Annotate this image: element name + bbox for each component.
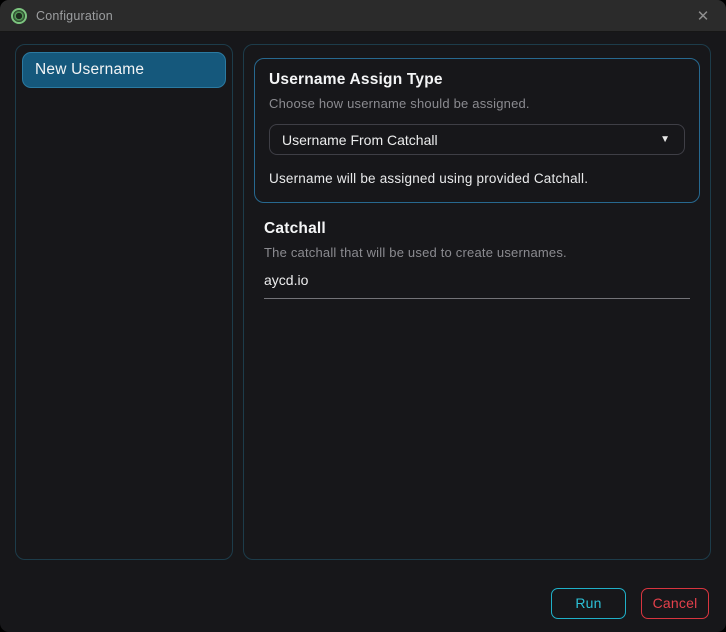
catchall-input[interactable]: [264, 272, 690, 299]
chevron-down-icon: ▼: [660, 135, 670, 145]
sidebar-item-label: New Username: [35, 61, 144, 79]
catchall-description: The catchall that will be used to create…: [264, 245, 690, 260]
sidebar-item-new-username[interactable]: New Username: [22, 52, 226, 88]
assign-type-note: Username will be assigned using provided…: [269, 171, 685, 186]
title-bar[interactable]: Configuration ✕: [0, 0, 726, 32]
catchall-title: Catchall: [264, 220, 690, 238]
catchall-section: Catchall The catchall that will be used …: [264, 220, 690, 299]
cancel-button[interactable]: Cancel: [641, 588, 709, 619]
close-icon[interactable]: ✕: [680, 0, 726, 32]
assign-type-title: Username Assign Type: [269, 71, 685, 89]
content-area: New Username Username Assign Type Choose…: [0, 32, 726, 560]
sidebar: New Username: [15, 44, 233, 560]
footer: Run Cancel: [0, 560, 726, 632]
run-button[interactable]: Run: [551, 588, 626, 619]
assign-type-description: Choose how username should be assigned.: [269, 96, 685, 111]
username-assign-type-card: Username Assign Type Choose how username…: [254, 58, 700, 203]
main-panel: Username Assign Type Choose how username…: [243, 44, 711, 560]
app-logo-icon: [11, 8, 27, 24]
username-assign-type-dropdown[interactable]: Username From Catchall ▼: [269, 124, 685, 155]
window-title: Configuration: [36, 9, 113, 23]
configuration-dialog: Configuration ✕ New Username Username As…: [0, 0, 726, 632]
dropdown-selected-value: Username From Catchall: [282, 132, 438, 148]
